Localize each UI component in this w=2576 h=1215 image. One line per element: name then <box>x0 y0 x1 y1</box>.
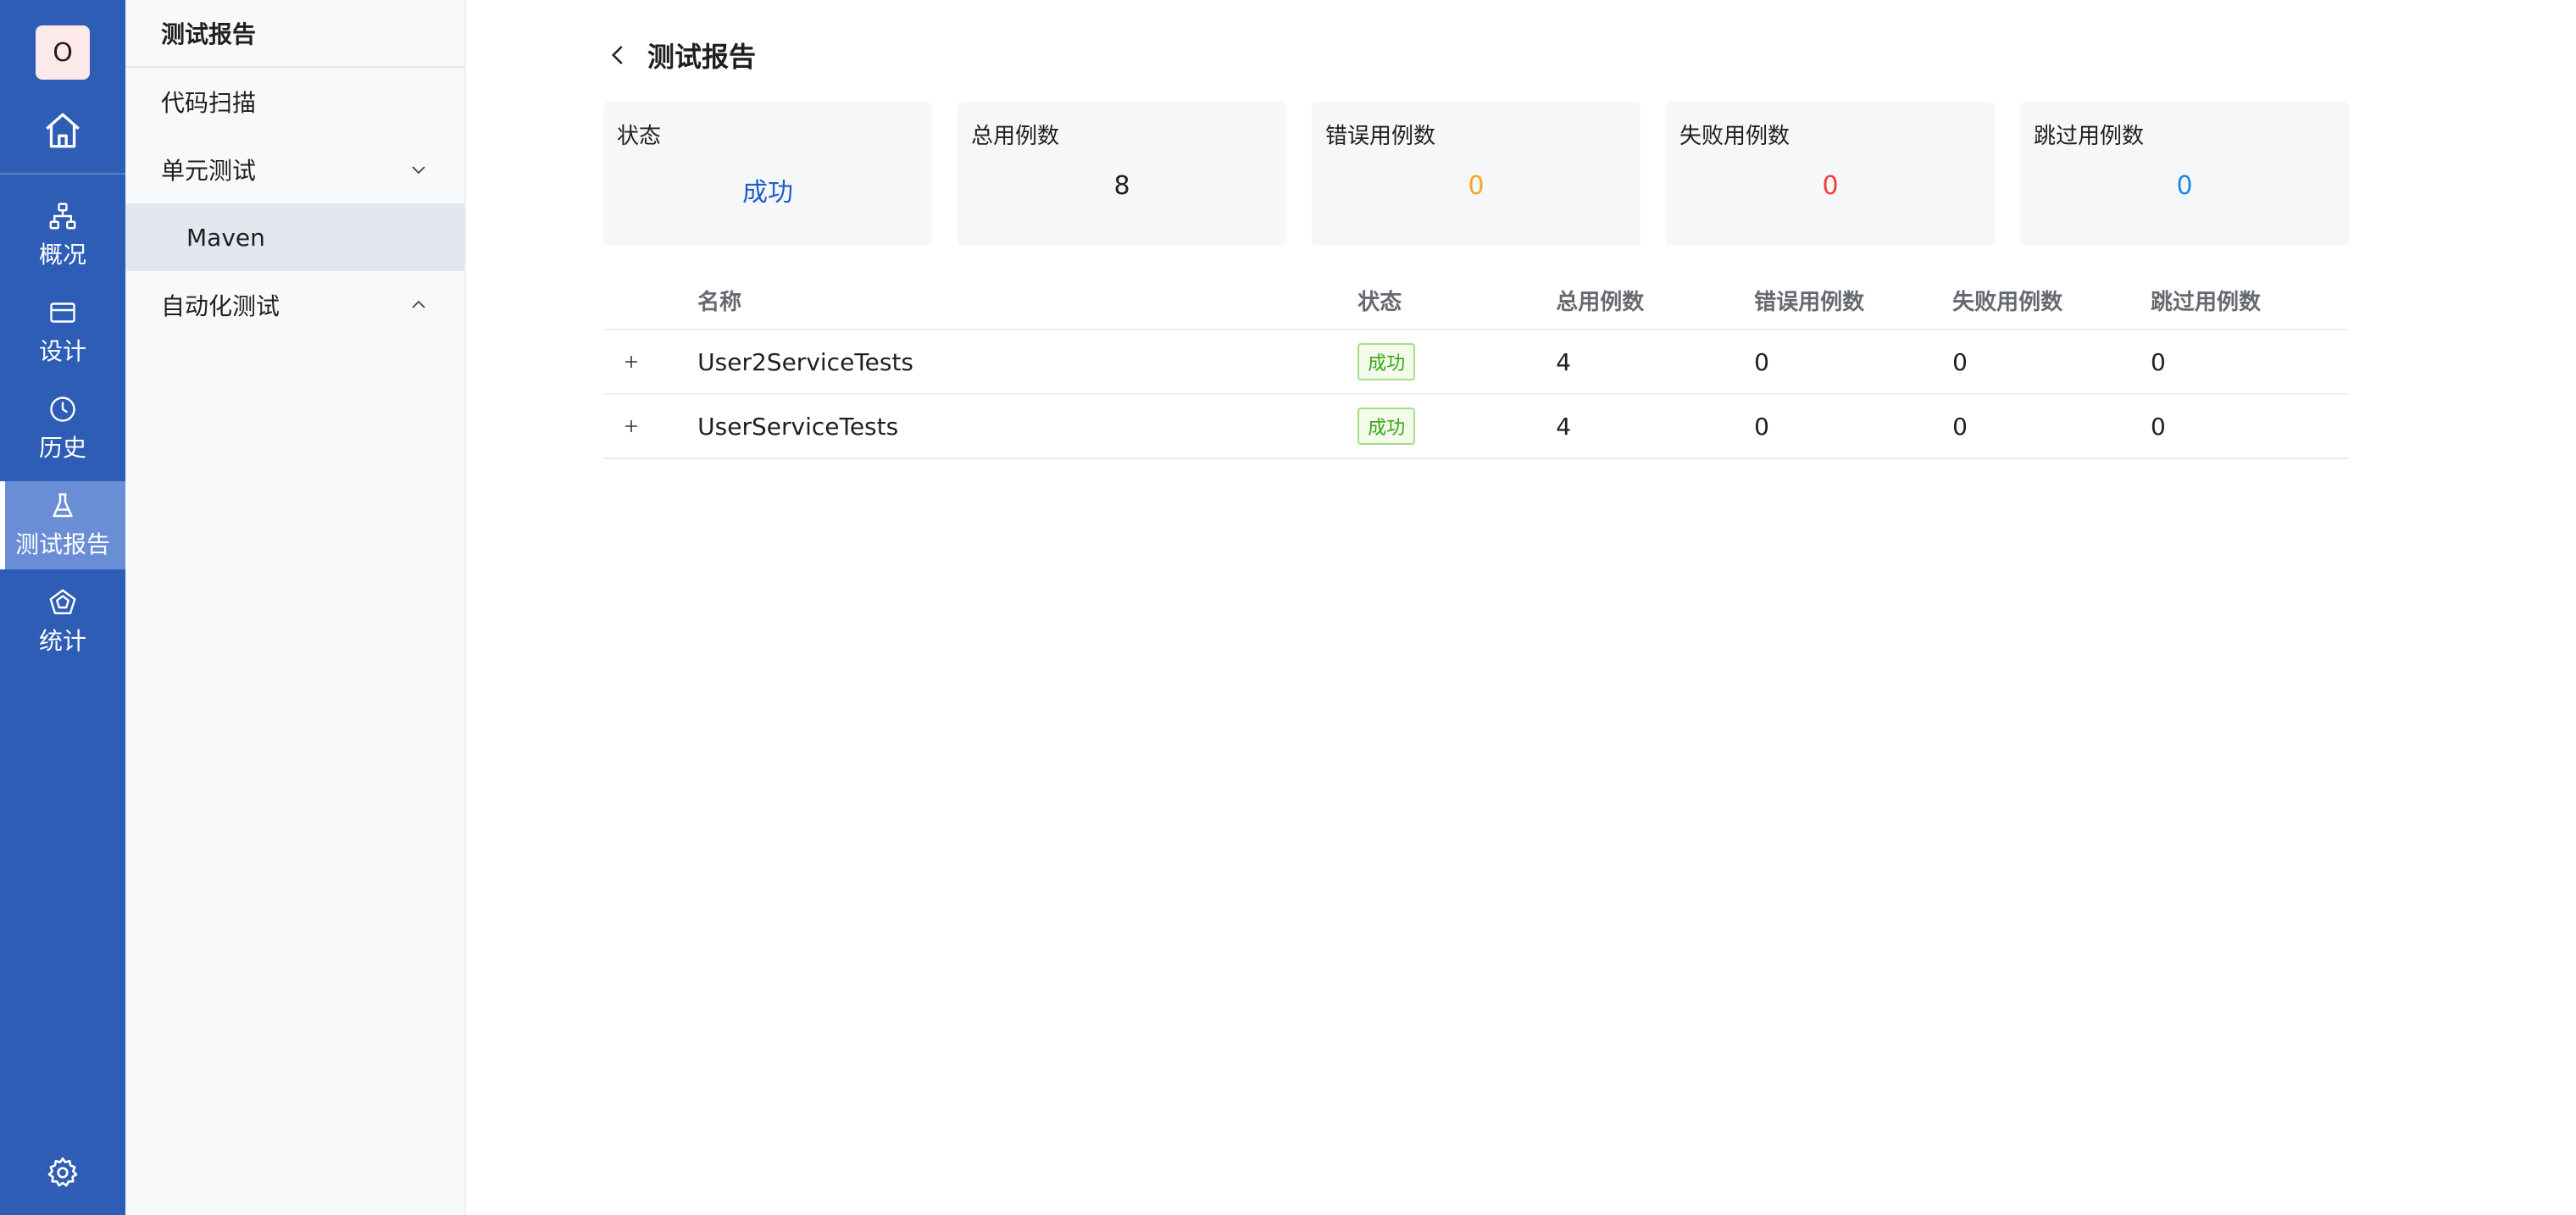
expand-cell <box>603 349 697 374</box>
stat-card-error: 错误用例数 0 <box>1312 102 1641 246</box>
rail-item-statistics[interactable]: 统计 <box>0 578 125 666</box>
column-header-error: 错误用例数 <box>1754 289 1865 315</box>
plus-icon <box>625 356 637 368</box>
app-root: O 概况 设计 历史 测试报告 统计 测试报告 代码扫描 单元测试 Maven … <box>0 0 2576 1215</box>
table-row: UserServiceTests 成功 4 0 0 0 <box>603 395 2349 459</box>
cell-failed: 0 <box>1952 347 1968 376</box>
column-header-status: 状态 <box>1357 289 1402 315</box>
stat-value: 8 <box>1113 171 1130 201</box>
stat-card-failed: 失败用例数 0 <box>1666 102 1995 246</box>
clock-icon <box>50 397 75 422</box>
home-button[interactable] <box>36 105 90 156</box>
secondary-nav: 测试报告 代码扫描 单元测试 Maven 自动化测试 <box>125 0 466 1215</box>
page-header: 测试报告 <box>603 34 756 76</box>
rail-item-overview[interactable]: 概况 <box>0 191 125 280</box>
home-icon <box>46 113 80 148</box>
table-header: 名称 状态 总用例数 错误用例数 失败用例数 跳过用例数 <box>603 271 2349 330</box>
rail-divider <box>0 173 125 175</box>
plus-icon <box>625 420 637 432</box>
subnav-item-label: Maven <box>186 223 265 252</box>
stat-value: 成功 <box>742 178 793 208</box>
gear-icon <box>47 1157 78 1187</box>
page-title: 测试报告 <box>647 41 757 73</box>
cell-status: 成功 <box>1357 408 1556 445</box>
stat-label: 跳过用例数 <box>2034 124 2145 149</box>
column-header-total: 总用例数 <box>1556 289 1645 315</box>
cell-error: 0 <box>1754 412 1769 441</box>
chevron-up-icon <box>412 300 425 308</box>
rail-item-label: 历史 <box>38 434 86 462</box>
column-header-skipped: 跳过用例数 <box>2151 289 2262 315</box>
column-header-name: 名称 <box>697 289 742 315</box>
chevron-down-icon <box>412 166 425 175</box>
cell-total: 4 <box>1556 412 1572 441</box>
stat-value: 0 <box>2176 171 2193 201</box>
subnav-title: 测试报告 <box>125 0 464 68</box>
cell-name: UserServiceTests <box>697 412 899 441</box>
subnav-item-label: 自动化测试 <box>161 292 280 320</box>
stat-value: 0 <box>1822 171 1839 201</box>
subnav-item-label: 代码扫描 <box>161 89 257 117</box>
stat-label: 错误用例数 <box>1325 124 1436 149</box>
stat-label: 状态 <box>617 124 662 149</box>
stat-value: 0 <box>1468 171 1485 201</box>
flask-icon <box>53 493 73 518</box>
status-badge: 成功 <box>1357 408 1416 445</box>
rail-item-label: 统计 <box>38 627 86 655</box>
rail-item-label: 概况 <box>38 241 86 269</box>
cell-total: 4 <box>1556 347 1572 376</box>
stats-summary: 状态 成功 总用例数 8 错误用例数 0 失败用例数 0 跳过用例数 0 <box>603 102 2349 246</box>
results-table: 名称 状态 总用例数 错误用例数 失败用例数 跳过用例数 User2Servic… <box>603 271 2349 459</box>
cell-failed: 0 <box>1952 412 1968 441</box>
expand-cell <box>603 413 697 439</box>
stat-label: 失败用例数 <box>1679 124 1790 149</box>
column-header-failed: 失败用例数 <box>1952 289 2063 315</box>
rail-item-label: 测试报告 <box>14 530 110 558</box>
stat-card-status: 状态 成功 <box>603 102 932 246</box>
chevron-left-icon <box>611 46 623 64</box>
cell-name: User2ServiceTests <box>697 347 914 376</box>
status-badge: 成功 <box>1357 343 1416 380</box>
cell-status: 成功 <box>1357 343 1556 380</box>
pentagon-chart-icon <box>49 589 76 614</box>
rail-item-design[interactable]: 设计 <box>0 288 125 376</box>
cell-skipped: 0 <box>2151 347 2166 376</box>
avatar[interactable]: O <box>36 25 90 80</box>
table-row: User2ServiceTests 成功 4 0 0 0 <box>603 330 2349 395</box>
card-icon <box>50 302 75 323</box>
stat-label: 总用例数 <box>971 124 1060 149</box>
subnav-item-unit-test[interactable]: 单元测试 <box>125 136 464 203</box>
expand-row-button[interactable] <box>619 349 644 374</box>
rail-item-history[interactable]: 历史 <box>0 385 125 473</box>
rail-item-test-report[interactable]: 测试报告 <box>0 481 125 569</box>
subnav-item-label: 单元测试 <box>161 157 257 185</box>
subnav-item-automation-test[interactable]: 自动化测试 <box>125 271 464 339</box>
cell-skipped: 0 <box>2151 412 2166 441</box>
settings-button[interactable] <box>42 1152 83 1193</box>
subnav-item-maven[interactable]: Maven <box>125 203 464 271</box>
stat-card-total: 总用例数 8 <box>958 102 1286 246</box>
rail-item-label: 设计 <box>38 337 86 365</box>
subnav-item-code-scan[interactable]: 代码扫描 <box>125 68 464 136</box>
expand-row-button[interactable] <box>619 413 644 439</box>
stat-card-skipped: 跳过用例数 0 <box>2020 102 2349 246</box>
icon-rail: O 概况 设计 历史 测试报告 统计 <box>0 0 125 1215</box>
cell-error: 0 <box>1754 347 1769 376</box>
sitemap-icon <box>49 202 76 230</box>
main-content: 测试报告 状态 成功 总用例数 8 错误用例数 0 失败用例数 0 跳过用例数 … <box>466 0 2576 1215</box>
back-button[interactable] <box>603 40 634 70</box>
